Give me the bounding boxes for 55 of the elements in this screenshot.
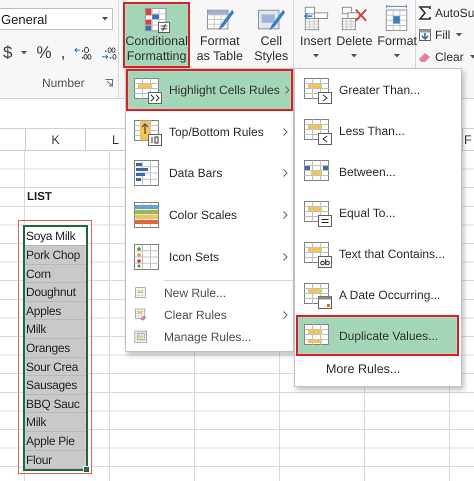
menu-item[interactable]: A Date Occurring... [296,274,459,315]
currency-button[interactable]: $ [3,43,28,63]
menu-item[interactable]: Equal To... [296,192,459,233]
dialog-launcher-icon[interactable] [105,79,113,87]
table-cell[interactable]: Milk [25,320,86,339]
percent-button[interactable]: % [36,43,52,63]
comma-button[interactable]: , [60,43,66,63]
table-cell[interactable]: Oranges [25,338,86,358]
menu-item[interactable]: Text that Contains... [296,233,459,274]
ribbon-button[interactable]: Conditional Formatting [123,2,190,68]
ribbon-button[interactable]: Fill [418,26,474,43]
column-header[interactable]: K [25,129,85,150]
ribbon-button[interactable]: AutoSu [418,4,474,21]
menu-item[interactable]: Duplicate Values... [296,315,459,356]
menu-item[interactable]: Data Bars [126,152,293,194]
table-cell[interactable]: Sausages [25,376,86,395]
sigma-icon [418,6,432,20]
decrease-decimal-icon[interactable] [100,46,118,60]
menu-item[interactable]: More Rules... [296,356,459,382]
menu-item[interactable]: Icon Sets [126,236,293,278]
menu-item[interactable]: Between... [296,151,459,192]
table-cell[interactable]: Pork Chop [25,246,86,265]
caret-icon [470,54,474,58]
table-cell[interactable]: Apple Pie [25,432,86,450]
ribbon-button[interactable]: Format [377,4,417,66]
ribbon-button[interactable]: Delete [336,4,372,66]
table-cell[interactable]: Milk [25,413,86,432]
menu-item[interactable]: New Rule... [126,282,293,304]
table-cell[interactable]: Flour [25,450,86,470]
group-label: Number [42,76,85,90]
menu-item[interactable]: Less Than... [296,110,459,151]
ribbon-button[interactable]: Clear [418,48,474,65]
table-cell[interactable]: Corn [25,264,86,284]
menu-item[interactable]: Highlight Cells Rules [126,69,293,111]
table-cell-text: LIST [26,190,53,206]
caret-icon [394,54,400,58]
table-cell[interactable]: Doughnut [25,283,86,302]
delete-cells-icon [339,4,370,32]
menu-item[interactable]: Clear Rules [126,304,293,326]
fill-handle[interactable] [83,466,90,474]
table-cell[interactable]: Sour Crea [25,358,86,376]
table-cell[interactable]: BBQ Sauc [25,394,86,414]
increase-decimal-icon[interactable] [74,46,92,60]
number-format-field[interactable]: General [0,8,113,30]
menu-item[interactable]: Color Scales [126,194,293,236]
caret-icon [351,54,358,58]
menu-item[interactable]: Greater Than... [296,69,459,110]
table-cell[interactable]: Apples [25,302,86,320]
ribbon-button[interactable]: Insert [300,4,332,66]
caret-icon [312,54,319,58]
dropdown-caret-icon [102,17,108,21]
caret-icon [456,32,462,36]
fill-down-icon [418,28,432,42]
menu-item[interactable]: Manage Rules... [126,326,293,348]
caret-icon [21,51,28,55]
